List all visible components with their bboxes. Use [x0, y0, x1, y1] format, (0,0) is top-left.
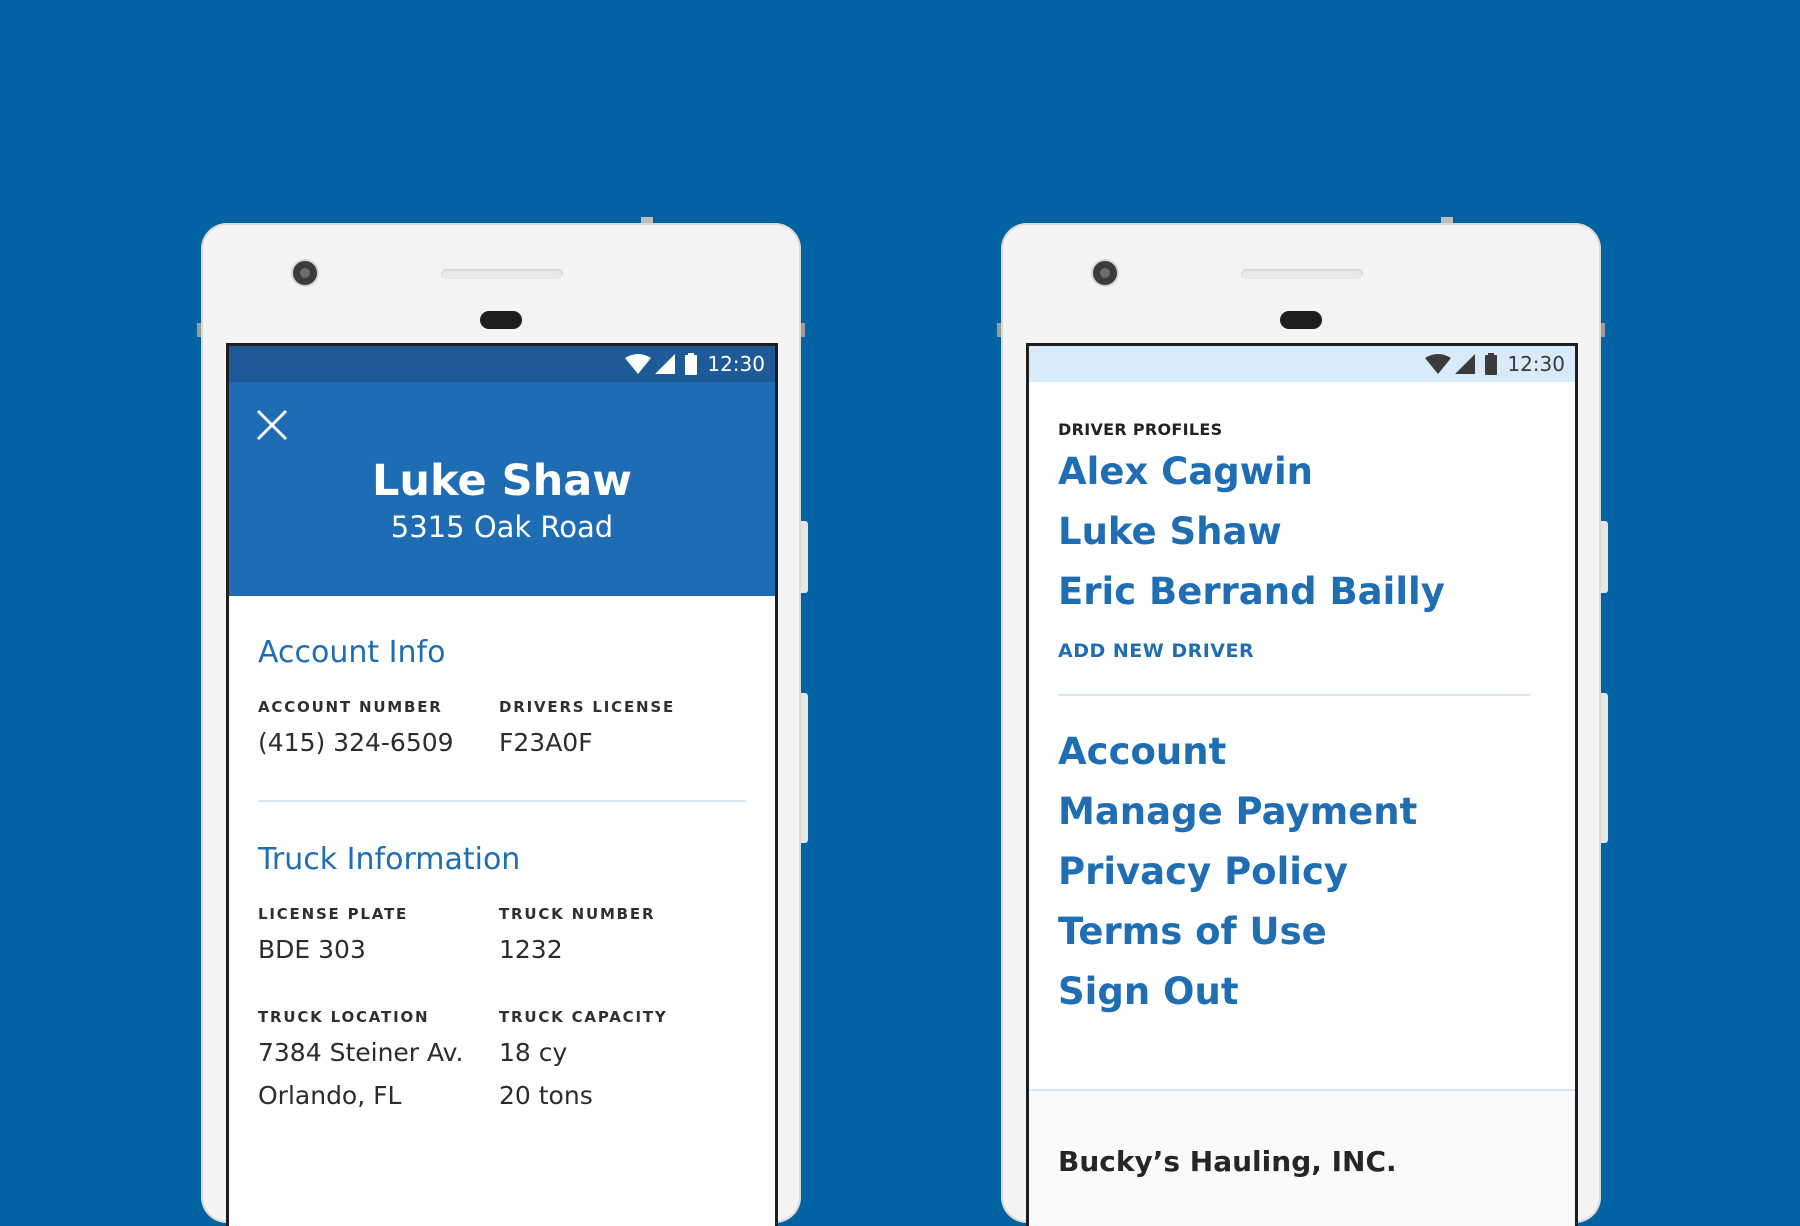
status-time: 12:30 [707, 352, 765, 376]
truck-capacity-label: TRUCK CAPACITY [499, 1008, 668, 1026]
menu-screen: 12:30 DRIVER PROFILES Alex Cagwin Luke S… [1026, 343, 1578, 1226]
wifi-icon [1425, 354, 1452, 374]
menu-divider [1058, 694, 1530, 696]
status-icons: 12:30 [625, 346, 765, 382]
battery-icon [1485, 353, 1498, 375]
truck-location-city: Orlando, FL [258, 1081, 402, 1110]
signal-icon [655, 354, 676, 374]
phone-right-notch [1601, 323, 1605, 337]
account-number-label: ACCOUNT NUMBER [258, 698, 443, 716]
driver-profiles-label: DRIVER PROFILES [1058, 420, 1223, 439]
company-name: Bucky’s Hauling, INC. [1058, 1145, 1397, 1178]
power-button [1601, 521, 1608, 593]
volume-button [801, 693, 808, 843]
menu-item-sign-out[interactable]: Sign Out [1058, 970, 1239, 1013]
phone-left-notch [997, 323, 1001, 337]
drivers-license-label: DRIVERS LICENSE [499, 698, 676, 716]
power-button [801, 521, 808, 593]
drivers-license-value: F23A0F [499, 728, 593, 757]
menu-footer: Bucky’s Hauling, INC. [1029, 1089, 1575, 1226]
volume-button [1601, 693, 1608, 843]
account-number-value: (415) 324-6509 [258, 728, 454, 757]
truck-number-value: 1232 [499, 935, 563, 964]
driver-address: 5315 Oak Road [390, 510, 614, 544]
status-bar: 12:30 [229, 346, 775, 382]
license-plate-label: LICENSE PLATE [258, 905, 409, 923]
earpiece-speaker [1241, 269, 1363, 279]
truck-capacity-volume: 18 cy [499, 1038, 568, 1067]
phone-top-button [1441, 217, 1453, 223]
license-plate-value: BDE 303 [258, 935, 366, 964]
menu-item-privacy-policy[interactable]: Privacy Policy [1058, 850, 1348, 893]
earpiece-speaker [441, 269, 563, 279]
truck-capacity-weight: 20 tons [499, 1081, 593, 1110]
close-icon[interactable] [255, 408, 289, 442]
menu-item-manage-payment[interactable]: Manage Payment [1058, 790, 1417, 833]
status-time: 12:30 [1507, 352, 1565, 376]
status-bar: 12:30 [1029, 346, 1575, 382]
driver-link-luke-shaw[interactable]: Luke Shaw [1058, 510, 1282, 553]
phone-frame-right: 12:30 DRIVER PROFILES Alex Cagwin Luke S… [997, 217, 1608, 1226]
status-icons: 12:30 [1425, 346, 1565, 382]
truck-info-title: Truck Information [258, 842, 521, 877]
battery-icon [685, 353, 698, 375]
truck-number-label: TRUCK NUMBER [499, 905, 656, 923]
front-camera [1093, 261, 1117, 285]
phone-top-button [641, 217, 653, 223]
front-camera [293, 261, 317, 285]
driver-name: Luke Shaw [372, 456, 632, 506]
signal-icon [1455, 354, 1476, 374]
phone-left-notch [197, 323, 201, 337]
phone-right-notch [801, 323, 805, 337]
phone-frame-left: 12:30 Luke Shaw 5315 Oak Road Account In… [197, 217, 808, 1226]
proximity-sensor [480, 311, 522, 329]
profile-screen: 12:30 Luke Shaw 5315 Oak Road Account In… [226, 343, 778, 1226]
add-new-driver-link[interactable]: ADD NEW DRIVER [1058, 640, 1254, 662]
account-info-title: Account Info [258, 635, 446, 670]
driver-link-alex-cagwin[interactable]: Alex Cagwin [1058, 450, 1313, 493]
proximity-sensor [1280, 311, 1322, 329]
profile-header: Luke Shaw 5315 Oak Road [229, 382, 775, 596]
section-divider [258, 800, 746, 802]
menu-item-account[interactable]: Account [1058, 730, 1226, 773]
driver-link-eric-berrand-bailly[interactable]: Eric Berrand Bailly [1058, 570, 1445, 613]
wifi-icon [625, 354, 652, 374]
truck-location-label: TRUCK LOCATION [258, 1008, 430, 1026]
menu-item-terms-of-use[interactable]: Terms of Use [1058, 910, 1327, 953]
truck-location-street: 7384 Steiner Av. [258, 1038, 464, 1067]
